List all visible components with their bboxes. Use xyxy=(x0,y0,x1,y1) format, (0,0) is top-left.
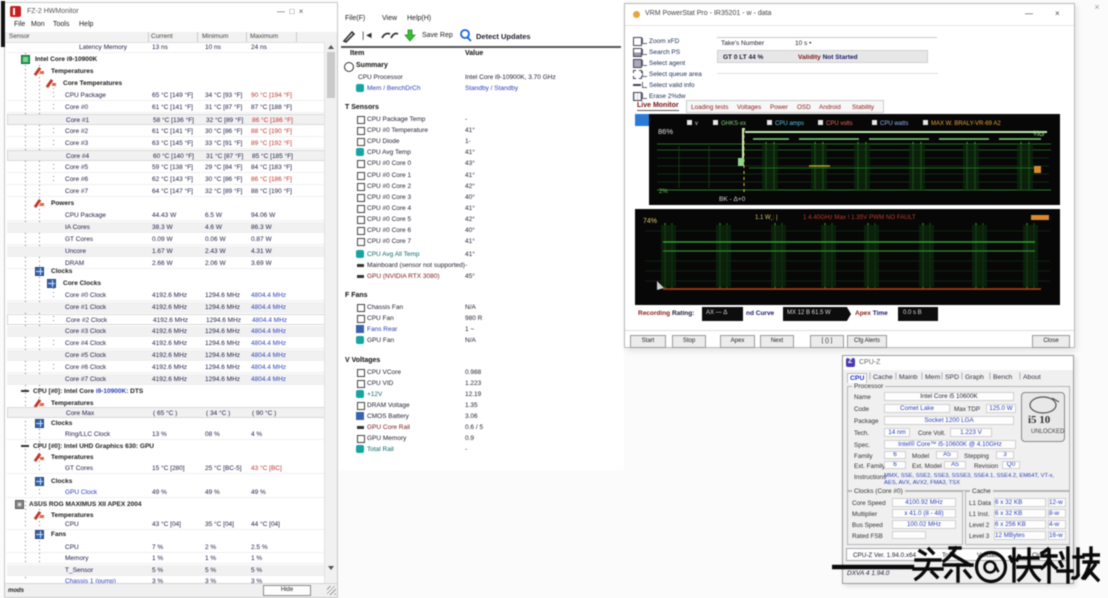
svg-text:2%: 2% xyxy=(659,189,668,195)
svg-text:¾G: ¾G xyxy=(1033,131,1044,138)
svg-text:UNLOCKED: UNLOCKED xyxy=(1031,429,1064,435)
svg-text:1.1 W¸: |: 1.1 W¸: | xyxy=(755,215,778,221)
svg-text:MAX W. BRALY-VR-69 A2: MAX W. BRALY-VR-69 A2 xyxy=(931,121,1001,127)
svg-text:1 4.40GHz Max ! 1.35V PWM NO F: 1 4.40GHz Max ! 1.35V PWM NO FAULT xyxy=(803,214,916,221)
svg-text:BK - Δ+0: BK - Δ+0 xyxy=(719,196,746,203)
svg-text:CPU volts: CPU volts xyxy=(826,121,853,127)
svg-text:86%: 86% xyxy=(658,127,673,136)
svg-text:i5 10: i5 10 xyxy=(1028,414,1051,426)
svg-text:GHKS-xx: GHKS-xx xyxy=(721,121,746,127)
svg-text:CPU amps: CPU amps xyxy=(775,121,804,127)
svg-text:v: v xyxy=(695,121,698,127)
svg-text:CPU watts: CPU watts xyxy=(880,121,908,127)
svg-text:74%: 74% xyxy=(643,218,657,225)
